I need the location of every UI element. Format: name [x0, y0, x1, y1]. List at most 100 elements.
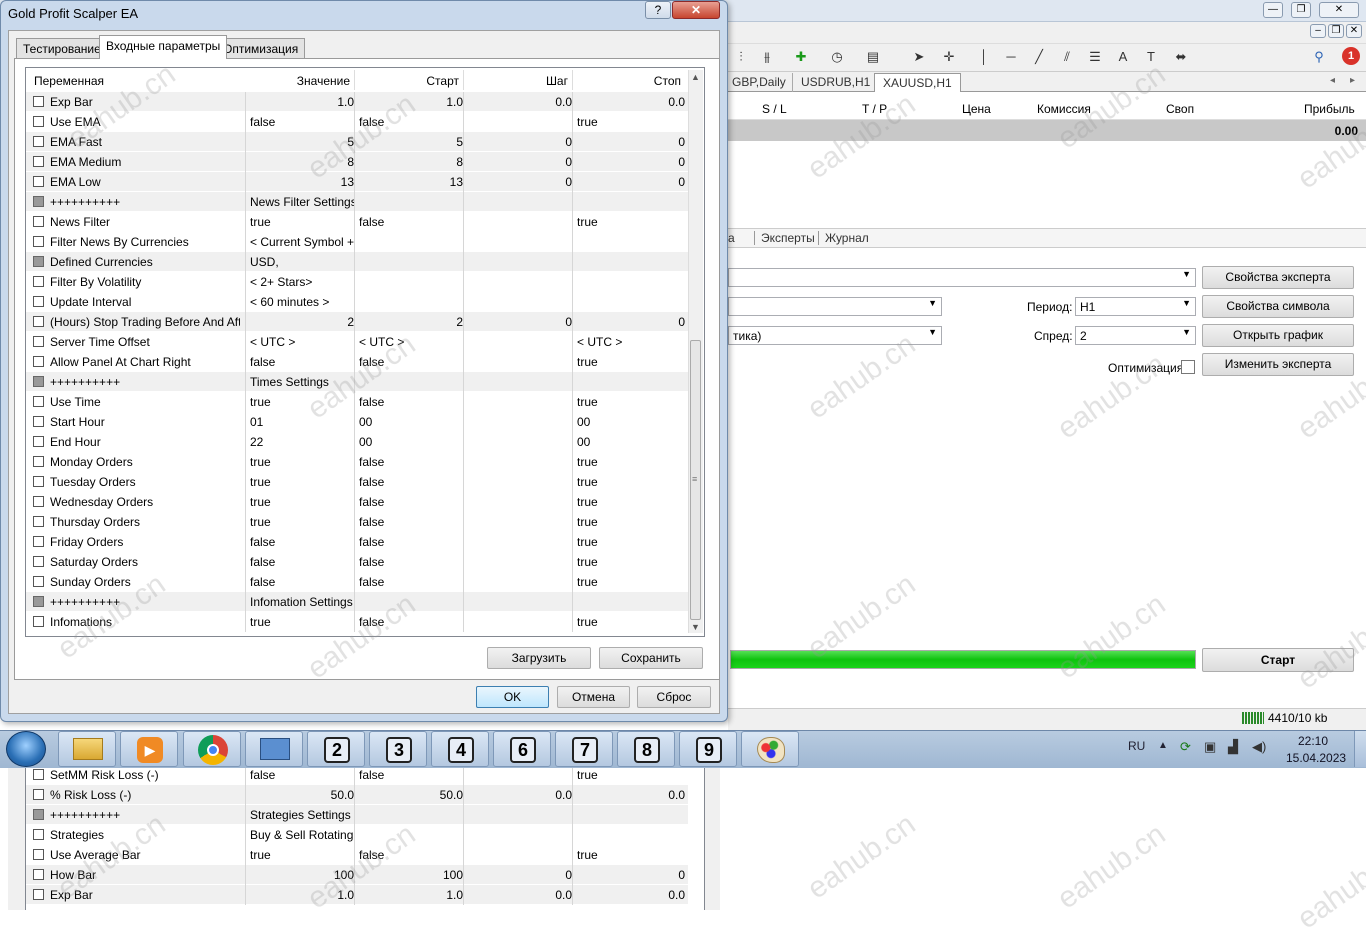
- param-start[interactable]: false: [359, 395, 463, 409]
- param-value[interactable]: News Filter Settings: [250, 195, 354, 209]
- param-row[interactable]: % Risk Loss (-) 50.0 50.0 0.0 0.0: [26, 785, 688, 805]
- param-row[interactable]: EMA Medium 8 8 0 0: [26, 152, 688, 172]
- param-start[interactable]: 1.0: [359, 95, 463, 109]
- param-value[interactable]: true: [250, 215, 354, 229]
- tab-inputs[interactable]: Входные параметры: [99, 35, 228, 59]
- param-start[interactable]: false: [359, 355, 463, 369]
- param-checkbox[interactable]: [33, 769, 44, 780]
- param-start[interactable]: 2: [359, 315, 463, 329]
- param-value[interactable]: < UTC >: [250, 335, 354, 349]
- param-row[interactable]: ++++++++++ Times Settings: [26, 372, 688, 392]
- fibo-icon[interactable]: ☰: [1086, 48, 1104, 66]
- param-value[interactable]: true: [250, 495, 354, 509]
- param-row[interactable]: EMA Fast 5 5 0 0: [26, 132, 688, 152]
- param-value[interactable]: true: [250, 515, 354, 529]
- param-checkbox[interactable]: [33, 236, 44, 247]
- param-value[interactable]: 13: [250, 175, 354, 189]
- explorer-task[interactable]: [58, 731, 116, 767]
- language-indicator[interactable]: RU: [1128, 739, 1145, 753]
- param-start[interactable]: false: [359, 475, 463, 489]
- param-checkbox[interactable]: [33, 889, 44, 900]
- param-start[interactable]: 1.0: [359, 888, 463, 902]
- param-row[interactable]: Use EMA false false true: [26, 112, 688, 132]
- param-value[interactable]: true: [250, 848, 354, 862]
- param-start[interactable]: false: [359, 848, 463, 862]
- clock-icon[interactable]: ◷: [828, 48, 846, 66]
- param-step[interactable]: 0: [468, 155, 572, 169]
- close-terminal-button[interactable]: ✕: [1319, 2, 1359, 18]
- param-row[interactable]: EMA Low 13 13 0 0: [26, 172, 688, 192]
- param-stop[interactable]: true: [577, 555, 685, 569]
- start-button[interactable]: Старт: [1202, 648, 1354, 672]
- param-value[interactable]: true: [250, 615, 354, 629]
- param-value[interactable]: false: [250, 768, 354, 782]
- child-minimize-button[interactable]: –: [1310, 24, 1326, 38]
- param-stop[interactable]: 0: [577, 868, 685, 882]
- param-stop[interactable]: 0: [577, 155, 685, 169]
- param-value[interactable]: true: [250, 455, 354, 469]
- numbered-task-9[interactable]: 9: [679, 731, 737, 767]
- param-start[interactable]: false: [359, 535, 463, 549]
- load-button[interactable]: Загрузить: [487, 647, 591, 669]
- param-checkbox[interactable]: [33, 809, 44, 820]
- param-checkbox[interactable]: [33, 849, 44, 860]
- param-stop[interactable]: 0: [577, 315, 685, 329]
- param-value[interactable]: < 2+ Stars>: [250, 275, 354, 289]
- tray-expand-icon[interactable]: ▲: [1158, 740, 1168, 751]
- model-select[interactable]: тика) ▼: [728, 326, 942, 345]
- param-row[interactable]: News Filter true false true: [26, 212, 688, 232]
- param-value[interactable]: < 60 minutes >: [250, 295, 354, 309]
- col-start[interactable]: Старт: [355, 74, 459, 88]
- param-row[interactable]: ++++++++++ Strategies Settings: [26, 805, 688, 825]
- param-row[interactable]: Infomations true false true: [26, 612, 688, 632]
- vertical-line-icon[interactable]: │: [975, 48, 993, 66]
- param-checkbox[interactable]: [33, 96, 44, 107]
- param-start[interactable]: 100: [359, 868, 463, 882]
- param-value[interactable]: false: [250, 115, 354, 129]
- param-stop[interactable]: < UTC >: [577, 335, 685, 349]
- tabs-scroll-right-icon[interactable]: ▸: [1350, 75, 1355, 86]
- param-row[interactable]: Strategies Buy & Sell Rotating: [26, 825, 688, 845]
- param-value[interactable]: 100: [250, 868, 354, 882]
- param-stop[interactable]: true: [577, 495, 685, 509]
- param-checkbox[interactable]: [33, 376, 44, 387]
- chart-tab-usdrub[interactable]: USDRUB,H1: [792, 73, 878, 92]
- col-commission[interactable]: Комиссия: [1037, 102, 1091, 116]
- param-start[interactable]: false: [359, 615, 463, 629]
- network-icon[interactable]: ▟: [1228, 739, 1238, 755]
- param-step[interactable]: 0: [468, 868, 572, 882]
- param-value[interactable]: 1.0: [250, 95, 354, 109]
- paint-task[interactable]: [741, 731, 799, 767]
- param-stop[interactable]: 0.0: [577, 788, 685, 802]
- numbered-task-2[interactable]: 2: [307, 731, 365, 767]
- param-stop[interactable]: true: [577, 395, 685, 409]
- param-step[interactable]: 0.0: [468, 888, 572, 902]
- param-value[interactable]: false: [250, 355, 354, 369]
- param-checkbox[interactable]: [33, 789, 44, 800]
- param-checkbox[interactable]: [33, 536, 44, 547]
- child-close-button[interactable]: ✕: [1346, 24, 1362, 38]
- param-checkbox[interactable]: [33, 496, 44, 507]
- volume-icon[interactable]: ◀): [1252, 739, 1266, 755]
- param-checkbox[interactable]: [33, 136, 44, 147]
- param-row[interactable]: Thursday Orders true false true: [26, 512, 688, 532]
- param-stop[interactable]: true: [577, 215, 685, 229]
- param-row[interactable]: Defined Currencies USD,: [26, 252, 688, 272]
- chart-bar-icon[interactable]: ⫶: [732, 48, 750, 66]
- param-value[interactable]: 22: [250, 435, 354, 449]
- chart-tab-xauusd[interactable]: XAUUSD,H1: [874, 73, 961, 92]
- param-row[interactable]: Filter By Volatility < 2+ Stars>: [26, 272, 688, 292]
- param-value[interactable]: 1.0: [250, 888, 354, 902]
- param-checkbox[interactable]: [33, 576, 44, 587]
- param-step[interactable]: 0.0: [468, 788, 572, 802]
- chrome-task[interactable]: [183, 731, 241, 767]
- param-checkbox[interactable]: [33, 116, 44, 127]
- param-checkbox[interactable]: [33, 829, 44, 840]
- arrows-icon[interactable]: ⬌: [1172, 48, 1190, 66]
- minimize-button[interactable]: —: [1263, 2, 1283, 18]
- tab-testing[interactable]: Тестирование: [16, 38, 108, 58]
- symbol-properties-button[interactable]: Свойства символа: [1202, 295, 1354, 318]
- param-stop[interactable]: 0.0: [577, 95, 685, 109]
- param-stop[interactable]: true: [577, 355, 685, 369]
- param-row[interactable]: Sunday Orders false false true: [26, 572, 688, 592]
